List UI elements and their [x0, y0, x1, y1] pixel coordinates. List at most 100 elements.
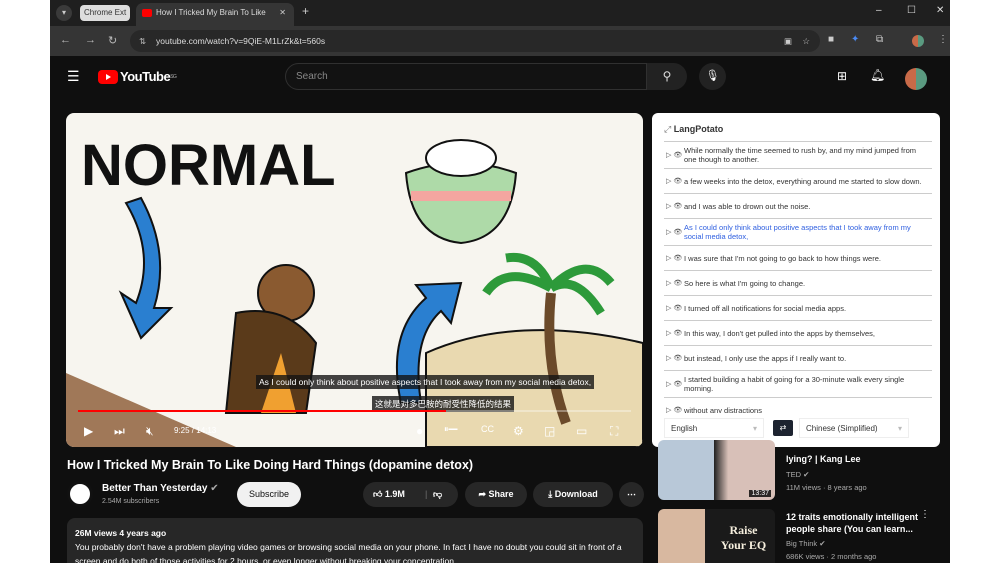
theater-mode-icon[interactable]: ▭	[576, 424, 587, 438]
search-button[interactable]: ⚲	[647, 63, 687, 90]
like-dislike-group: 👍︎ 1.9M | 👎︎	[363, 482, 458, 507]
close-window-icon[interactable]: ✕	[936, 5, 944, 16]
close-tab-icon[interactable]: ✕	[279, 3, 286, 23]
play-eye-icon[interactable]: ▷ 👁︎	[666, 254, 684, 263]
transcript-row[interactable]: ▷ 👁︎ In this way, I don't get pulled into…	[664, 320, 932, 345]
hamburger-menu-icon[interactable]: ☰	[67, 68, 80, 85]
recommended-meta: 11M views · 8 years ago	[786, 483, 867, 492]
play-eye-icon[interactable]: ▷ 👁︎	[666, 304, 684, 313]
url-field[interactable]: ⇅ youtube.com/watch?v=9QiE-M1LrZk&t=560s …	[130, 30, 820, 52]
minimize-icon[interactable]: –	[876, 5, 882, 16]
transcript-row[interactable]: ▷ 👁︎ a few weeks into the detox, everythi…	[664, 168, 932, 193]
video-player[interactable]: NORMAL As I could only think about posit…	[66, 113, 643, 447]
channel-avatar[interactable]	[67, 481, 93, 507]
play-eye-icon[interactable]: ▷ 👁︎	[666, 406, 684, 414]
forward-icon[interactable]: →	[85, 34, 96, 46]
transcript-row[interactable]: ▷ 👁︎ I started building a habit of going …	[664, 370, 932, 397]
avatar[interactable]	[905, 68, 927, 90]
play-eye-icon[interactable]: ▷ 👁︎	[666, 177, 684, 186]
transcript-row[interactable]: ▷ 👁︎ I was sure that I'm not going to go …	[664, 245, 932, 270]
tab-group-label[interactable]: Chrome Ext	[80, 5, 131, 21]
next-icon[interactable]: ⏭	[114, 424, 125, 439]
new-tab-icon[interactable]: +	[302, 4, 309, 18]
extensions-icon[interactable]: ⧉	[876, 34, 883, 45]
transcript-row[interactable]: ▷ 👁︎ While normally the time seemed to ru…	[664, 141, 932, 168]
svg-text:NORMAL: NORMAL	[81, 133, 336, 198]
youtube-favicon-icon	[142, 9, 152, 17]
extension-player-icon[interactable]: ●	[416, 424, 423, 438]
play-eye-icon[interactable]: ▷ 👁︎	[666, 151, 684, 160]
swap-languages-button[interactable]: ⇄	[773, 420, 793, 436]
tab-active[interactable]: How I Tricked My Brain To Like ✕	[136, 3, 294, 26]
tab-search-icon[interactable]: ▾	[56, 5, 72, 21]
transcript-row[interactable]: ▷ 👁︎ I turned off all notifications for s…	[664, 295, 932, 320]
transcript-row[interactable]: ▷ 👁︎ but instead, I only use the apps if …	[664, 345, 932, 370]
extension-icon[interactable]: ■	[828, 34, 834, 45]
maximize-icon[interactable]: ☐	[907, 5, 916, 16]
tab-strip: ▾ Chrome Ext How I Tricked My Brain To L…	[50, 0, 950, 26]
cast-icon[interactable]: ▣	[784, 30, 792, 52]
reload-icon[interactable]: ↻	[108, 34, 117, 47]
voice-search-icon[interactable]: 🎙	[699, 63, 726, 90]
menu-icon[interactable]: ⋮	[938, 34, 948, 45]
recommended-meta: 686K views · 2 months ago	[786, 552, 877, 561]
captions-icon[interactable]: CC	[481, 424, 494, 434]
mute-icon[interactable]: 🔇︎	[146, 424, 154, 439]
verified-icon: ✔	[210, 483, 219, 494]
like-button[interactable]: 👍︎ 1.9M	[373, 482, 405, 507]
autoplay-toggle[interactable]: ⏸━	[444, 424, 458, 435]
transcript-row[interactable]: ▷ 👁︎ As I could only think about positive…	[664, 218, 932, 245]
play-eye-icon[interactable]: ▷ 👁︎	[666, 202, 684, 211]
miniplayer-icon[interactable]: ◲	[544, 424, 555, 438]
language-bar: English ▾ ⇄ Chinese (Simplified) ▾	[664, 418, 932, 438]
langpotato-panel: ⤢ LangPotato ▷ 👁︎ While normally the time…	[652, 113, 940, 447]
site-settings-icon[interactable]: ⇅	[139, 30, 146, 52]
browser-window: ▾ Chrome Ext How I Tricked My Brain To L…	[50, 0, 950, 563]
back-icon[interactable]: ←	[60, 34, 71, 46]
transcript-row[interactable]: ▷ 👁︎ without any distractions	[664, 397, 932, 413]
description-text: You probably don't have a problem playin…	[75, 542, 622, 563]
extension-puzzle-blue-icon[interactable]: ✦	[851, 34, 859, 45]
recommended-video[interactable]: Raise Your EQ 12 traits emotionally inte…	[658, 509, 948, 563]
play-eye-icon[interactable]: ▷ 👁︎	[666, 354, 684, 363]
download-button[interactable]: ⤓ Download	[533, 482, 613, 507]
bookmark-star-icon[interactable]: ☆	[802, 30, 810, 52]
channel-name[interactable]: Better Than Yesterday ✔	[102, 483, 219, 494]
settings-gear-icon[interactable]: ⚙	[513, 424, 524, 438]
recommended-title[interactable]: 12 traits emotionally intelligent people…	[786, 511, 926, 535]
play-icon[interactable]: ▶	[84, 424, 93, 438]
play-eye-icon[interactable]: ▷ 👁︎	[666, 279, 684, 288]
youtube-header: ☰ YouTube SG Search ⚲ 🎙 ⊞ 🔔︎	[50, 56, 950, 100]
description-box[interactable]: 26M views 4 years ago You probably don't…	[67, 518, 643, 563]
play-eye-icon[interactable]: ▷ 👁︎	[666, 380, 684, 389]
create-icon[interactable]: ⊞	[837, 69, 847, 83]
share-button[interactable]: ➦ Share	[465, 482, 527, 507]
subscribe-button[interactable]: Subscribe	[237, 482, 301, 507]
address-bar-row: ← → ↻ ⇅ youtube.com/watch?v=9QiE-M1LrZk&t…	[50, 26, 950, 56]
progress-bar[interactable]	[78, 410, 631, 412]
youtube-logo[interactable]: YouTube SG	[98, 69, 177, 84]
recommended-video[interactable]: 13:37 lying? | Kang Lee TED ✔ 11M views …	[658, 440, 948, 500]
play-eye-icon[interactable]: ▷ 👁︎	[666, 329, 684, 338]
url-text: youtube.com/watch?v=9QiE-M1LrZk&t=560s	[156, 36, 326, 46]
fullscreen-icon[interactable]: ⛶	[610, 424, 618, 439]
panel-title: ⤢ LangPotato	[664, 124, 724, 134]
subscriber-count: 2.54M subscribers	[102, 498, 160, 505]
source-language-select[interactable]: English ▾	[664, 418, 764, 438]
transcript-row[interactable]: ▷ 👁︎ and I was able to drown out the nois…	[664, 193, 932, 218]
dislike-button[interactable]: 👎︎	[433, 482, 442, 507]
video-thumbnail[interactable]: 13:37	[658, 440, 775, 500]
more-actions-button[interactable]: ⋯	[619, 482, 644, 507]
more-options-icon[interactable]: ⋮	[920, 509, 930, 520]
video-title: How I Tricked My Brain To Like Doing Har…	[67, 458, 474, 472]
profile-icon[interactable]	[912, 35, 924, 47]
transcript-list[interactable]: ▷ 👁︎ While normally the time seemed to ru…	[664, 141, 932, 413]
notifications-bell-icon[interactable]: 🔔︎	[870, 68, 885, 82]
transcript-row[interactable]: ▷ 👁︎ So here is what I'm going to change.	[664, 270, 932, 295]
play-eye-icon[interactable]: ▷ 👁︎	[666, 228, 684, 237]
recommended-title[interactable]: lying? | Kang Lee	[786, 453, 926, 465]
subtitle-english: As I could only think about positive asp…	[256, 375, 595, 389]
target-language-select[interactable]: Chinese (Simplified) ▾	[799, 418, 909, 438]
video-thumbnail[interactable]: Raise Your EQ	[658, 509, 775, 563]
search-input[interactable]: Search	[285, 63, 647, 90]
